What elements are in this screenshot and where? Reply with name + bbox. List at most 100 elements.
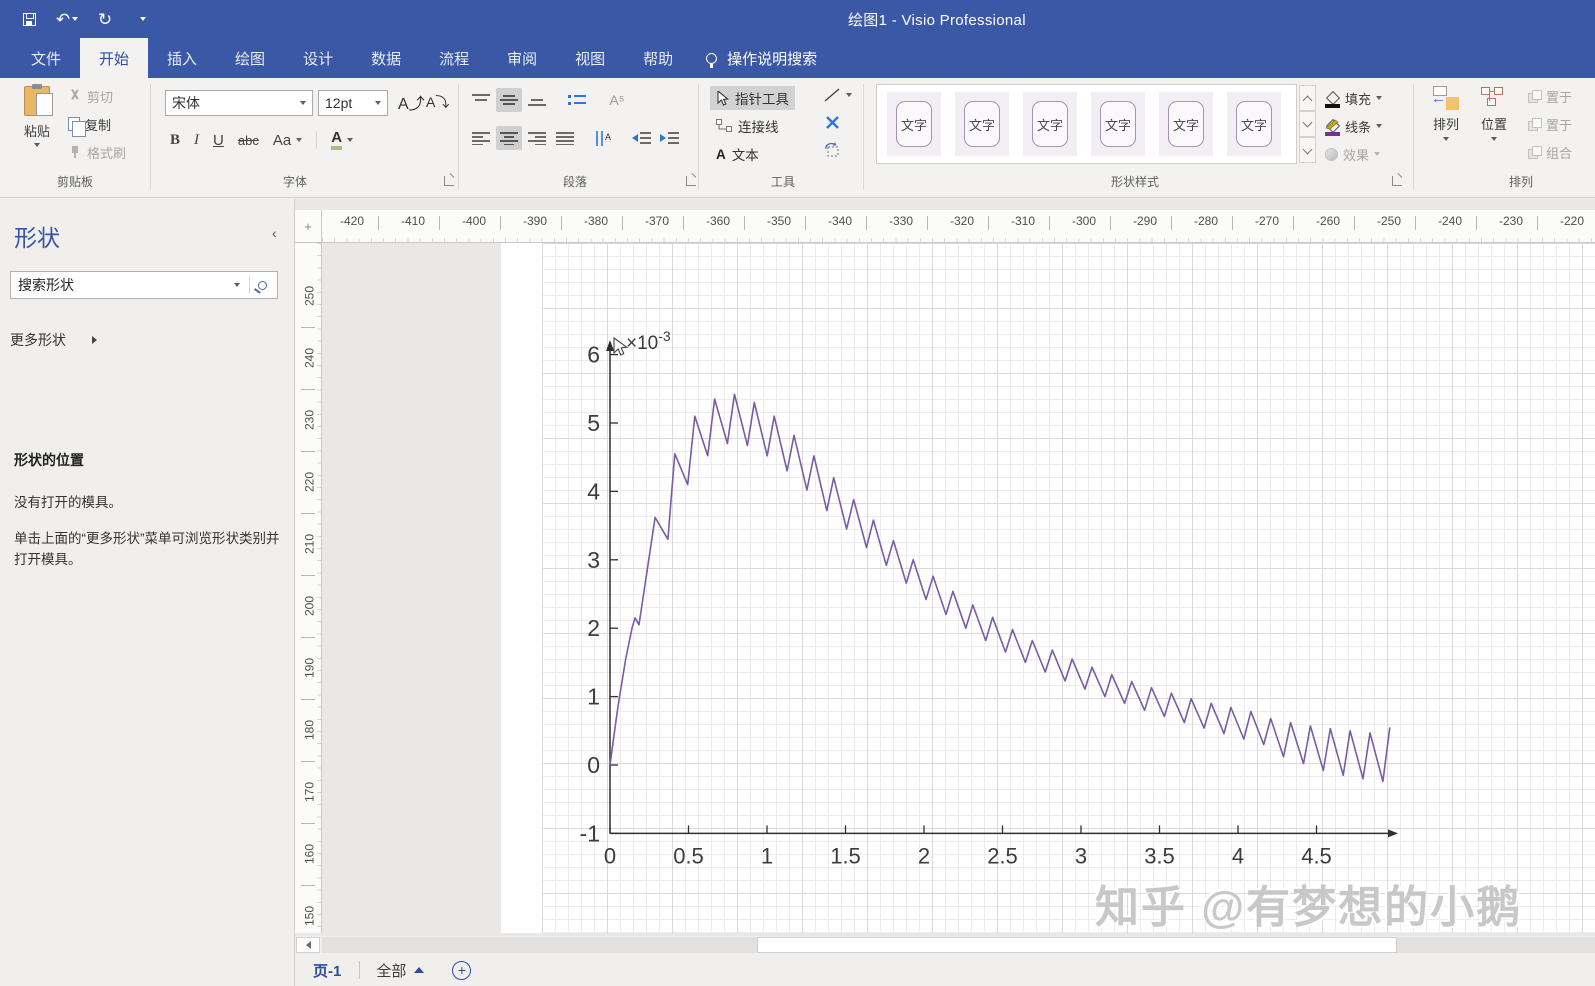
v-ruler-label: 210	[302, 533, 317, 555]
qat-customize-icon[interactable]	[132, 8, 154, 30]
gallery-up-button[interactable]	[1299, 85, 1316, 111]
ribbon-tab[interactable]: 绘图	[216, 38, 284, 78]
connector-tool-button[interactable]: 连接线	[710, 114, 785, 138]
send-to-back-button[interactable]: 置于	[1528, 114, 1595, 134]
no-stencils-text: 没有打开的模具。	[14, 495, 122, 510]
connector-icon	[716, 119, 732, 132]
increase-indent-button[interactable]	[656, 126, 682, 150]
undo-icon[interactable]: ↶	[56, 8, 79, 30]
superscript-button[interactable]: A⁵	[604, 88, 630, 112]
lightbulb-icon	[706, 52, 718, 68]
shape-style-preview: 文字	[1032, 101, 1068, 147]
h-ruler-label: -240	[1437, 214, 1463, 228]
search-dropdown-icon[interactable]	[234, 283, 240, 287]
shape-style-tile[interactable]: 文字	[1023, 92, 1077, 156]
position-button[interactable]: 位置	[1472, 86, 1516, 141]
h-ruler-label: -360	[705, 214, 731, 228]
shape-style-tile[interactable]: 文字	[955, 92, 1009, 156]
align-center-button[interactable]	[496, 126, 522, 150]
blue-x-icon	[826, 116, 839, 129]
tell-me-search[interactable]: 操作说明搜索	[706, 38, 817, 78]
arrange-button[interactable]: ← 排列	[1424, 86, 1468, 141]
line-icon	[824, 88, 840, 102]
bold-button[interactable]: B	[170, 132, 180, 149]
copy-button[interactable]: 复制	[68, 114, 111, 137]
text-direction-button[interactable]: A	[590, 126, 616, 150]
search-icon[interactable]	[258, 280, 267, 290]
italic-button[interactable]: I	[194, 132, 199, 149]
align-left-button[interactable]	[468, 126, 494, 150]
align-middle-button[interactable]	[496, 88, 522, 112]
ribbon-tab[interactable]: 文件	[12, 38, 80, 78]
bring-to-front-button[interactable]: 置于	[1528, 86, 1595, 106]
horizontal-ruler[interactable]: -420 -410 -400 -390 -380 -370 -360 -350 -340 -330…	[322, 210, 1595, 243]
ribbon-tab[interactable]: 流程	[420, 38, 488, 78]
text-tool-button[interactable]: A 文本	[710, 142, 765, 166]
align-right-button[interactable]	[524, 126, 550, 150]
align-top-button[interactable]	[468, 88, 494, 112]
shrink-font-button[interactable]: A⤵	[426, 92, 449, 112]
ribbon-tab[interactable]: 帮助	[624, 38, 692, 78]
group-icon	[1528, 146, 1542, 159]
ribbon-tab[interactable]: 插入	[148, 38, 216, 78]
arrange-icon: ←	[1431, 86, 1459, 110]
grow-font-button[interactable]: A⤴	[398, 92, 425, 113]
gallery-more-button[interactable]	[1299, 137, 1316, 163]
paragraph-dialog-launcher-icon[interactable]	[686, 176, 696, 186]
gallery-down-button[interactable]	[1299, 111, 1316, 137]
shape-style-tile[interactable]: 文字	[1159, 92, 1213, 156]
pointer-tool-button[interactable]: 指针工具	[710, 86, 795, 110]
align-bottom-button[interactable]	[524, 88, 550, 112]
rotate-shape-icon	[825, 142, 839, 157]
panel-collapse-icon[interactable]: ‹	[272, 225, 277, 241]
send-back-icon	[1528, 118, 1542, 131]
strikethrough-button[interactable]: abc	[238, 133, 259, 148]
format-painter-icon	[68, 145, 82, 159]
x-tick-label: 3.5	[1144, 843, 1175, 868]
shape-search-input[interactable]	[11, 277, 234, 293]
paragraph-group-label: 段落	[562, 175, 587, 189]
v-ruler-label: 250	[302, 285, 317, 307]
decrease-indent-button[interactable]	[628, 126, 654, 150]
fill-button[interactable]: 填充	[1325, 88, 1383, 108]
vertical-ruler[interactable]: 250 240 230 220 210 200 190 180 170 160 150	[295, 243, 322, 933]
bullet-list-button[interactable]	[564, 88, 590, 112]
font-name-combo[interactable]: 宋体	[165, 90, 313, 116]
group-button[interactable]: 组合	[1528, 142, 1595, 162]
cut-button[interactable]: 剪切	[68, 86, 113, 106]
page-tab-1[interactable]: 页-1	[295, 954, 359, 986]
paste-button[interactable]: 粘贴	[14, 84, 60, 147]
save-icon[interactable]	[18, 8, 40, 30]
font-size-combo[interactable]: 12pt	[318, 90, 388, 116]
ribbon-tab[interactable]: 开始	[80, 38, 149, 78]
shape-style-tile[interactable]: 文字	[887, 92, 941, 156]
scroll-left-button[interactable]	[296, 937, 320, 953]
ribbon-tab[interactable]: 视图	[556, 38, 624, 78]
add-page-button[interactable]: +	[452, 960, 472, 980]
scrollbar-track[interactable]	[322, 937, 1595, 953]
scrollbar-thumb[interactable]	[757, 937, 1397, 953]
connection-point-tool-button[interactable]	[820, 114, 845, 131]
ribbon-tab[interactable]: 设计	[284, 38, 352, 78]
ribbon-tab[interactable]: 数据	[352, 38, 420, 78]
format-painter-button[interactable]: 格式刷	[68, 142, 126, 162]
change-case-button[interactable]: Aa	[273, 130, 303, 150]
redo-icon[interactable]: ↻	[94, 8, 116, 30]
shape-styles-dialog-launcher-icon[interactable]	[1392, 176, 1402, 186]
shape-style-tile[interactable]: 文字	[1091, 92, 1145, 156]
line-style-button[interactable]: 线条	[1325, 116, 1383, 136]
watermark-text: 知乎 @有梦想的小鹅	[1095, 883, 1523, 932]
all-pages-button[interactable]: 全部	[360, 960, 440, 981]
freeform-tool-button[interactable]	[818, 140, 847, 160]
effects-button[interactable]: 效果	[1325, 144, 1381, 164]
font-color-button[interactable]: A	[331, 130, 354, 150]
underline-button[interactable]: U	[213, 132, 224, 149]
justify-button[interactable]	[552, 126, 578, 150]
shape-style-tile[interactable]: 文字	[1227, 92, 1281, 156]
chart-shape[interactable]: 0 0.5 1 1.5 2 2.5 3 3.5 4 4.5-10123456 ×10-3	[322, 243, 1595, 933]
more-shapes-button[interactable]: 更多形状	[10, 330, 97, 350]
font-dialog-launcher-icon[interactable]	[444, 176, 454, 186]
ribbon-tab[interactable]: 审阅	[488, 38, 556, 78]
drawing-page-area[interactable]: 0 0.5 1 1.5 2 2.5 3 3.5 4 4.5 -1 0 1 2 3 4 5 6 ×10-3 知乎 @有…	[322, 243, 1595, 933]
line-tool-button[interactable]	[818, 86, 858, 104]
